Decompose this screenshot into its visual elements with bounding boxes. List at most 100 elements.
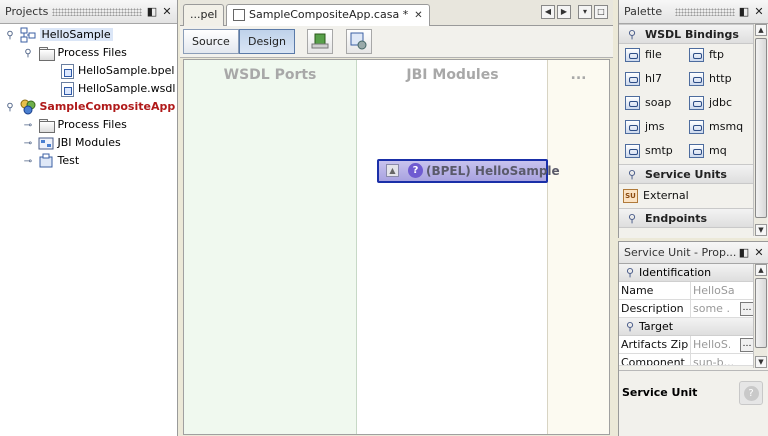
wsdl-bindings-section[interactable]: ⚲ WSDL Bindings <box>619 24 754 44</box>
service-units-section[interactable]: ⚲ Service Units <box>619 164 754 184</box>
jbi-modules-icon <box>38 135 54 151</box>
property-component-name[interactable]: Component Na sun-b... <box>619 354 755 366</box>
tree-node-label: JBI Modules <box>57 136 121 149</box>
help-icon[interactable]: ? <box>739 381 763 405</box>
palette-scrollbar[interactable]: ▲ ▼ <box>753 24 767 236</box>
wsdl-file-icon <box>61 81 74 97</box>
tree-node-process-files-2[interactable]: ⊸ Process Files <box>0 116 177 134</box>
collapse-toggle-icon[interactable]: ⊸ <box>22 135 34 153</box>
properties-scrollbar[interactable]: ▲ ▼ <box>753 264 767 368</box>
jbi-modules-region[interactable]: JBI Modules <box>358 60 547 434</box>
tree-node-samplecompositeapp[interactable]: ⚲ SampleCompositeApp <box>0 98 177 116</box>
scroll-right-icon[interactable]: ▶ <box>557 5 571 19</box>
property-name[interactable]: Name HelloSam... <box>619 282 755 300</box>
palette-item-soap[interactable]: soap <box>625 94 671 112</box>
property-value[interactable]: HelloS... <box>690 336 730 353</box>
palette-item-mq[interactable]: mq <box>689 142 727 160</box>
scroll-down-icon[interactable]: ▼ <box>755 356 767 368</box>
external-modules-region[interactable]: ... <box>547 60 609 434</box>
scroll-thumb[interactable] <box>755 278 767 348</box>
close-icon[interactable]: ✕ <box>160 0 174 24</box>
palette-item-smtp[interactable]: smtp <box>625 142 673 160</box>
binding-icon <box>625 72 640 86</box>
panel-grip[interactable] <box>675 8 735 16</box>
minimize-icon[interactable]: ◧ <box>737 242 751 264</box>
property-value[interactable]: HelloSam... <box>690 282 735 299</box>
scroll-up-icon[interactable]: ▲ <box>755 24 767 36</box>
palette-item-label: http <box>709 72 732 85</box>
composite-app-icon <box>20 99 36 115</box>
palette-title: Palette <box>624 5 663 18</box>
pin-icon: ⚲ <box>628 168 637 181</box>
build-icon[interactable] <box>307 29 333 54</box>
close-tab-icon[interactable]: ✕ <box>414 10 422 21</box>
scroll-up-icon[interactable]: ▲ <box>755 264 767 276</box>
scroll-left-icon[interactable]: ◀ <box>541 5 555 19</box>
tree-node-hellosample[interactable]: ⚲ HelloSample <box>0 26 177 44</box>
palette-item-ftp[interactable]: ftp <box>689 46 724 64</box>
external-modules-title: ... <box>570 67 587 83</box>
close-icon[interactable]: ✕ <box>752 0 766 24</box>
collapse-toggle-icon[interactable]: ⊸ <box>22 117 34 135</box>
collapse-node-icon[interactable]: ▲ <box>386 164 399 177</box>
properties-panel: Service Unit - Prop... ◧ ✕ ⚲ Identificat… <box>618 241 768 436</box>
editor-tabbar: ...pel SampleCompositeApp.casa * ✕ ◀ ▶ ▾ … <box>180 0 613 26</box>
document-list-icon[interactable]: ▾ <box>578 5 592 19</box>
target-category[interactable]: ⚲ Target <box>619 318 755 336</box>
collapse-toggle-icon[interactable]: ⊸ <box>22 153 34 171</box>
properties-header: Service Unit - Prop... ◧ ✕ <box>619 242 768 264</box>
binding-icon <box>689 120 704 134</box>
source-button[interactable]: Source <box>183 29 239 54</box>
palette-item-jms[interactable]: jms <box>625 118 665 136</box>
design-button[interactable]: Design <box>239 29 295 54</box>
tab-label: SampleCompositeApp.casa * <box>249 8 409 21</box>
identification-category[interactable]: ⚲ Identification <box>619 264 755 282</box>
palette-panel: Palette ◧ ✕ ⚲ WSDL Bindings file ftp hl7… <box>618 0 768 238</box>
casa-canvas[interactable]: WSDL Ports JBI Modules ... ▲ ? (BPEL) He… <box>183 59 610 435</box>
minimize-icon[interactable]: ◧ <box>145 0 159 24</box>
property-value[interactable]: some ... <box>690 300 730 317</box>
palette-item-file[interactable]: file <box>625 46 662 64</box>
palette-item-http[interactable]: http <box>689 70 732 88</box>
panel-grip[interactable] <box>52 8 142 16</box>
tree-node-test[interactable]: ⊸ Test <box>0 152 177 170</box>
endpoints-section[interactable]: ⚲ Endpoints <box>619 208 754 228</box>
ellipsis-button[interactable]: … <box>740 302 754 316</box>
tab-samplecompositeapp[interactable]: SampleCompositeApp.casa * ✕ <box>226 4 430 26</box>
wsdl-ports-region[interactable]: WSDL Ports <box>184 60 357 434</box>
tree-node-hellosample-wsdl[interactable]: HelloSample.wsdl <box>0 80 177 98</box>
expand-toggle-icon[interactable]: ⚲ <box>4 27 16 45</box>
property-artifacts-zip[interactable]: Artifacts Zip HelloS... … <box>619 336 755 354</box>
tree-node-process-files[interactable]: ⚲ Process Files <box>0 44 177 62</box>
scroll-down-icon[interactable]: ▼ <box>755 224 767 236</box>
section-title: WSDL Bindings <box>645 28 739 41</box>
pin-icon: ⚲ <box>626 320 635 333</box>
properties-title: Service Unit - Prop... <box>624 246 737 259</box>
expand-toggle-icon[interactable]: ⚲ <box>22 45 34 63</box>
deploy-icon[interactable] <box>346 29 372 54</box>
editor-area: ...pel SampleCompositeApp.casa * ✕ ◀ ▶ ▾ … <box>180 0 613 436</box>
pin-icon: ⚲ <box>626 266 635 279</box>
palette-item-jdbc[interactable]: jdbc <box>689 94 732 112</box>
ellipsis-button[interactable]: … <box>740 338 754 352</box>
tab-bpel[interactable]: ...pel <box>183 4 225 26</box>
maximize-icon[interactable]: □ <box>594 5 608 19</box>
property-description[interactable]: Description some ... … <box>619 300 755 318</box>
palette-item-label: jdbc <box>709 96 733 109</box>
minimize-icon[interactable]: ◧ <box>737 0 751 24</box>
tree-node-hellosample-bpel[interactable]: HelloSample.bpel <box>0 62 177 80</box>
casa-file-icon <box>233 9 245 21</box>
close-icon[interactable]: ✕ <box>752 242 766 264</box>
expand-toggle-icon[interactable]: ⚲ <box>4 99 16 117</box>
palette-item-external[interactable]: SU External <box>623 187 689 205</box>
binding-icon <box>625 48 640 62</box>
palette-item-hl7[interactable]: hl7 <box>625 70 662 88</box>
tree-node-jbi-modules[interactable]: ⊸ JBI Modules <box>0 134 177 152</box>
bpel-module-node[interactable]: ▲ ? (BPEL) HelloSample <box>377 159 560 183</box>
property-value[interactable]: sun-b... <box>690 354 735 365</box>
palette-item-msmq[interactable]: msmq <box>689 118 743 136</box>
scroll-thumb[interactable] <box>755 38 767 218</box>
projects-panel: Projects ◧ ✕ ⚲ HelloSample ⚲ Process Fil… <box>0 0 178 436</box>
binding-icon <box>689 144 704 158</box>
node-label: (BPEL) HelloSample <box>426 164 560 178</box>
